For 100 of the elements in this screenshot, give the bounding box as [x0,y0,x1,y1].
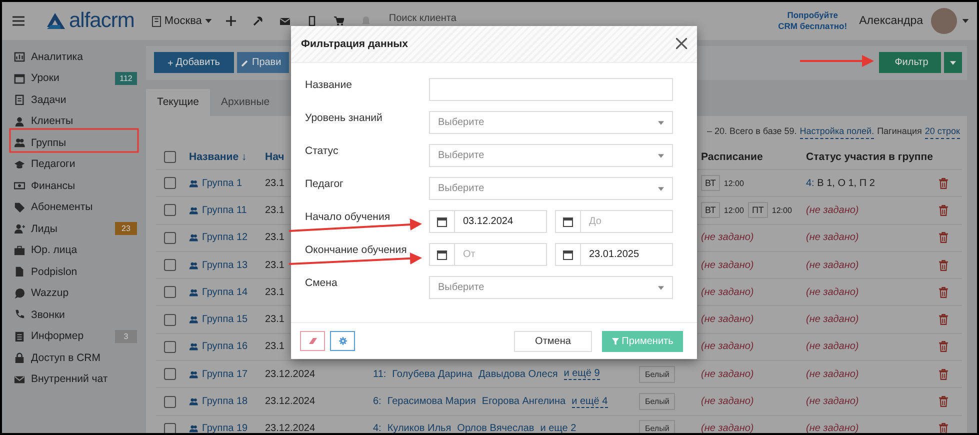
filter-menu-button[interactable] [944,52,962,73]
mobile-phone-icon[interactable] [306,16,317,26]
checkbox[interactable] [164,396,176,408]
trash-icon[interactable] [939,286,948,298]
date-field[interactable]: От [454,243,547,266]
checkbox[interactable] [164,232,176,244]
not-set-text: (не задано) [701,368,754,380]
group-link[interactable]: Группа 19 [189,423,248,433]
more-students-link[interactable]: и еще 2 [540,422,576,433]
trash-icon[interactable] [939,314,948,326]
calendar-button[interactable] [429,243,454,266]
student-link[interactable]: Куликов Илья [387,423,452,433]
sidebar-item[interactable]: Лиды [31,222,109,235]
select-field[interactable]: Выберите [429,276,673,299]
pagination-link[interactable]: 20 строк [924,126,960,139]
select-field[interactable]: Выберите [429,177,673,200]
group-link[interactable]: Группа 18 [189,396,248,408]
settings-button[interactable] [330,331,355,351]
sidebar-item[interactable]: Клиенты [31,115,137,128]
branch-dropdown[interactable]: Москва [152,15,212,27]
field-settings-link[interactable]: Настройка полей. [800,126,874,139]
group-link[interactable]: Группа 11 [189,204,247,216]
date-field[interactable]: 23.01.2025 [580,243,673,266]
checkbox[interactable] [164,314,176,326]
menu-icon[interactable] [12,16,25,26]
sidebar-item[interactable]: Информер [31,330,109,342]
tab[interactable]: Архивные [210,89,281,116]
more-students-link[interactable]: и ещё 9 [564,368,600,380]
group-link[interactable]: Группа 16 [189,341,248,352]
filter-button[interactable]: Фильтр [879,52,941,73]
field-label: Название [305,78,352,91]
select-field[interactable]: Выберите [429,144,673,167]
sidebar-item[interactable]: Внутренний чат [31,373,137,386]
caret-icon[interactable] [962,19,969,23]
checkbox[interactable] [164,204,176,216]
clear-button[interactable] [300,331,325,351]
student-link[interactable]: Егорова Ангелина [482,396,566,408]
calendar-button[interactable] [429,210,454,233]
more-students-link[interactable]: и ещё 4 [572,396,608,408]
sidebar-item[interactable]: Podpislon [31,266,137,278]
trash-icon[interactable] [939,341,948,352]
select-field[interactable]: Выберите [429,111,673,134]
checkbox[interactable] [164,422,176,433]
sidebar-item[interactable]: Доступ в CRM [31,352,137,364]
sidebar-item[interactable]: Звонки [31,308,137,321]
sidebar-item[interactable]: Уроки [31,72,109,84]
users-icon [189,424,198,433]
trash-icon[interactable] [939,368,948,380]
group-link[interactable]: Группа 15 [189,314,248,326]
sidebar-item[interactable]: Аналитика [31,50,137,63]
sidebar-item[interactable]: Группы [31,136,137,149]
checkbox[interactable] [164,259,176,272]
client-search-field[interactable]: Поиск клиента [388,12,499,24]
group-link[interactable]: Группа 12 [189,232,248,244]
plus-icon[interactable] [226,16,236,26]
trash-icon[interactable] [939,204,948,216]
group-link[interactable]: Группа 13 [189,260,248,271]
checkbox[interactable] [164,286,176,298]
text-field[interactable] [429,78,673,101]
user-name[interactable]: Александра [859,15,923,27]
sidebar-item[interactable]: Финансы [31,180,137,192]
group-link[interactable]: Группа 1 [189,178,242,189]
sidebar-item[interactable]: Wazzup [31,287,137,300]
checkbox[interactable] [164,368,176,380]
cancel-button[interactable]: Отмена [514,330,592,352]
student-link[interactable]: Голубева Дарина [392,368,472,380]
sidebar-item[interactable]: Абонементы [31,201,137,214]
calendar-button[interactable] [555,243,580,266]
sidebar-item[interactable]: Педагоги [31,158,137,170]
date-field[interactable]: 03.12.2024 [454,210,547,233]
calendar-button[interactable] [555,210,580,233]
edit-button[interactable]: Прави [237,52,289,73]
promo-link[interactable]: Попробуйте CRM бесплатно! [778,10,848,32]
trash-icon[interactable] [939,423,948,433]
group-link[interactable]: Группа 17 [189,368,248,380]
checkbox[interactable] [164,150,176,162]
student-link[interactable]: Герасимова Мария [387,396,476,408]
settings-icon [338,337,346,345]
table-cell: 23.1 [265,260,284,271]
envelope-icon[interactable] [280,16,290,26]
cart-icon[interactable] [334,16,344,26]
not-set-text: (не задано) [701,232,754,244]
trash-icon[interactable] [939,232,948,244]
add-button[interactable]: Добавить [154,52,234,73]
sidebar-item[interactable]: Юр. лица [31,244,137,256]
trash-icon[interactable] [939,178,948,189]
column-header[interactable]: Нач [265,150,284,162]
checkbox[interactable] [164,340,176,353]
sidebar-item[interactable]: Задачи [31,94,137,106]
tab[interactable]: Текущие [146,89,210,116]
student-link[interactable]: Давыдова Олеся [478,368,558,380]
trash-icon[interactable] [939,396,948,408]
column-header[interactable]: Название ↓ [189,150,247,162]
caret-icon [658,120,664,124]
student-link[interactable]: Орлов Вячеслав [457,423,534,433]
user-avatar[interactable] [931,8,957,34]
group-link[interactable]: Группа 14 [189,286,248,298]
date-field[interactable]: До [580,210,673,233]
checkbox[interactable] [164,177,176,190]
trash-icon[interactable] [939,260,948,271]
